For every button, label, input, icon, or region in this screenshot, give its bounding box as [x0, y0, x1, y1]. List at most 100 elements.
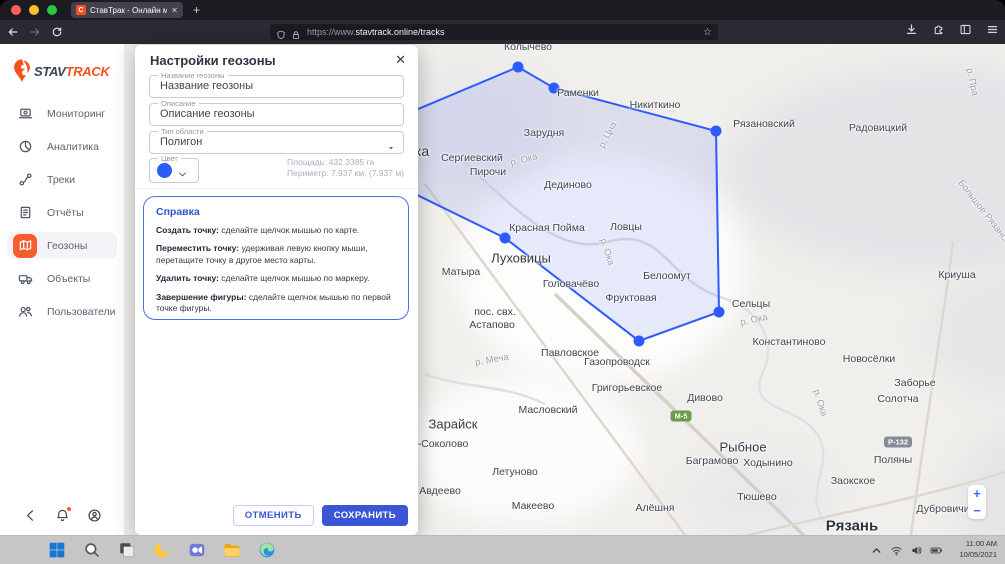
- save-button[interactable]: СОХРАНИТЬ: [322, 505, 408, 526]
- taskbar-icons: [48, 541, 276, 559]
- sidebar: STAVTRACK Мониторинг Аналитика Треки Отчёты…: [0, 44, 125, 535]
- zoom-in-button[interactable]: +: [968, 485, 986, 502]
- close-window-button[interactable]: [11, 5, 21, 15]
- sidebar-item-label: Мониторинг: [47, 108, 105, 120]
- back-icon[interactable]: [4, 23, 22, 41]
- stavtrack-logo: STAVTRACK: [12, 58, 124, 84]
- route-icon: [13, 168, 37, 192]
- clock[interactable]: 11:00 AM 10/05/2021: [959, 539, 997, 561]
- battery-icon[interactable]: [930, 544, 943, 557]
- sidebar-item-objects[interactable]: Объекты: [7, 265, 117, 292]
- color-picker-field[interactable]: Цвет: [149, 158, 199, 183]
- url-bar[interactable]: https://www.stavtrack.online/tracks ☆: [270, 24, 718, 40]
- map-river-label: р. Ока: [811, 388, 830, 418]
- url-text[interactable]: https://www.stavtrack.online/tracks: [307, 27, 703, 37]
- map-label: Колычёво: [504, 44, 552, 53]
- road-badge: Р-132: [884, 437, 912, 448]
- area-type-select[interactable]: Тип областиПолигон: [149, 131, 404, 154]
- forward-icon[interactable]: [26, 23, 44, 41]
- notifications-bell-icon[interactable]: [55, 508, 70, 523]
- date-text: 10/05/2021: [959, 550, 997, 561]
- sidebar-item-geozones[interactable]: Геозоны: [7, 232, 117, 259]
- monitor-icon: [13, 102, 37, 126]
- volume-icon[interactable]: [910, 544, 923, 557]
- field-label: Название геозоны: [158, 71, 228, 80]
- sidebar-item-reports[interactable]: Отчёты: [7, 199, 117, 226]
- map-label: Белоомут: [643, 270, 691, 282]
- map-label: Ловцы: [610, 221, 642, 233]
- map-river-label: р. Ока: [739, 312, 768, 328]
- tracking-shield-icon[interactable]: [276, 27, 286, 37]
- minimize-window-button[interactable]: [29, 5, 39, 15]
- lock-icon[interactable]: [291, 27, 301, 37]
- hamburger-menu-icon[interactable]: [986, 23, 999, 36]
- bookmark-star-icon[interactable]: ☆: [703, 27, 712, 38]
- extensions-puzzle-icon[interactable]: [932, 23, 945, 36]
- map-label: Рязань: [826, 518, 878, 535]
- search-icon[interactable]: [83, 541, 101, 559]
- reload-icon[interactable]: [48, 23, 66, 41]
- sidebar-item-analytics[interactable]: Аналитика: [7, 133, 117, 160]
- sidebar-item-label: Геозоны: [47, 240, 87, 252]
- map-label: Летуново: [492, 466, 538, 478]
- geozone-name-input[interactable]: Название геозоныНазвание геозоны: [149, 75, 404, 98]
- panel-title: Настройки геозоны: [150, 53, 276, 68]
- tab-close-icon[interactable]: ✕: [171, 6, 178, 15]
- sidebar-item-label: Объекты: [47, 273, 90, 285]
- chat-icon[interactable]: [188, 541, 206, 559]
- windows-start-icon[interactable]: [48, 541, 66, 559]
- chevron-up-icon[interactable]: [870, 544, 883, 557]
- map-label: Фруктовая: [605, 292, 656, 304]
- folder-icon[interactable]: [223, 541, 241, 559]
- chevron-down-icon[interactable]: [178, 166, 187, 175]
- map-label: Ходынино: [743, 457, 792, 469]
- sidebar-item-tracks[interactable]: Треки: [7, 166, 117, 193]
- tab-title: СтавТрак - Онлайн мониторин: [90, 6, 167, 15]
- geometry-readout: Площадь: 432.3385 га Периметр: 7.937 км,…: [287, 157, 404, 180]
- sidebar-item-monitoring[interactable]: Мониторинг: [7, 100, 117, 127]
- help-box: Справка Создать точку: сделайте щелчок м…: [143, 196, 409, 320]
- help-item: Удалить точку: сделайте щелчок мышью по …: [156, 273, 396, 284]
- users-icon: [13, 300, 37, 324]
- window-controls[interactable]: [11, 5, 57, 15]
- logo-text: STAVTRACK: [34, 64, 110, 79]
- map-river-label: Большое Рязанское: [955, 178, 1005, 254]
- color-swatch[interactable]: [157, 163, 172, 178]
- map-label: Макеево: [512, 500, 554, 512]
- chevron-down-icon[interactable]: [387, 139, 395, 147]
- account-icon[interactable]: [87, 508, 102, 523]
- close-icon[interactable]: ✕: [395, 52, 406, 68]
- map-label: Дединово: [544, 179, 592, 191]
- map-river-label: р. Ока: [598, 237, 617, 267]
- browser-tab[interactable]: С СтавТрак - Онлайн мониторин ✕: [71, 2, 183, 18]
- new-tab-button[interactable]: +: [193, 3, 200, 17]
- sidebar-item-users[interactable]: Пользователи: [7, 298, 117, 325]
- road-badge: М-5: [671, 411, 692, 422]
- stavtrack-pin-icon: [12, 58, 32, 84]
- moon-icon[interactable]: [153, 541, 171, 559]
- cancel-button[interactable]: ОТМЕНИТЬ: [233, 505, 314, 526]
- map-label: Головачёво: [543, 278, 599, 290]
- zoom-out-button[interactable]: −: [968, 502, 986, 519]
- map-label: Астапово: [469, 319, 515, 331]
- downloads-icon[interactable]: [905, 23, 918, 36]
- edge-icon[interactable]: [258, 541, 276, 559]
- sidebar-item-label: Аналитика: [47, 141, 99, 153]
- screen: С СтавТрак - Онлайн мониторин ✕ + https:…: [0, 0, 1005, 564]
- wifi-icon[interactable]: [890, 544, 903, 557]
- map-label: Радовицкий: [849, 122, 907, 134]
- maximize-window-button[interactable]: [47, 5, 57, 15]
- tab-bar: С СтавТрак - Онлайн мониторин ✕ +: [0, 0, 1005, 20]
- map-label: Заокское: [831, 475, 875, 487]
- map-label: Солотча: [877, 393, 918, 405]
- map-label: Григорьевское: [592, 382, 663, 394]
- map-river-label: р. Меча: [474, 352, 509, 369]
- map-river-label: р. Цна: [597, 120, 620, 150]
- map-label: Луховицы: [491, 251, 551, 266]
- library-icon[interactable]: [959, 23, 972, 36]
- help-items: Создать точку: сделайте щелчок мышью по …: [156, 225, 396, 315]
- map-label: Заборье: [894, 377, 935, 389]
- back-arrow-icon[interactable]: [23, 508, 38, 523]
- task-view-icon[interactable]: [118, 541, 136, 559]
- description-input[interactable]: ОписаниеОписание геозоны: [149, 103, 404, 126]
